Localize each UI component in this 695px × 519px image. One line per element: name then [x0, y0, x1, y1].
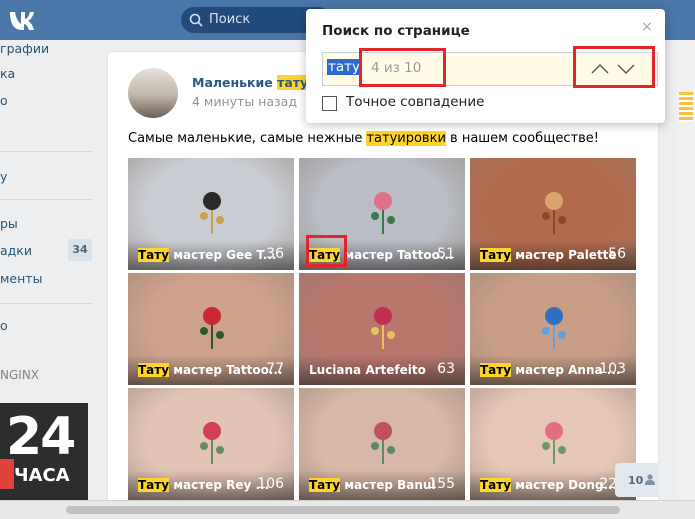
photo-tile[interactable]: Тату мастер Rey ... 106: [128, 388, 294, 500]
views-count: 10: [628, 474, 644, 487]
sidebar-item-games[interactable]: у: [0, 167, 7, 187]
photo-tile[interactable]: Тату мастер Dong... 225: [470, 388, 636, 500]
tile-photo-count: 51: [437, 246, 455, 262]
tile-title-highlight: Тату: [138, 363, 170, 377]
tattoo-image: [363, 301, 403, 354]
tile-title-text: мастер Banul: [340, 478, 436, 492]
tile-photo-count: 103: [599, 361, 626, 377]
exact-match-checkbox[interactable]: [322, 96, 337, 111]
exact-match-label[interactable]: Точное совпадение: [346, 94, 484, 110]
tile-photo-count: 63: [437, 361, 455, 377]
vertical-scrollbar[interactable]: [677, 40, 695, 500]
tile-title-text: мастер Rey ...: [169, 478, 270, 492]
tattoo-image: [534, 301, 574, 354]
sidebar-item-documents[interactable]: менты: [0, 269, 42, 289]
sidebar-item-photos[interactable]: графии: [0, 39, 49, 59]
tile-title-text: мастер Gee T...: [169, 248, 277, 262]
close-icon[interactable]: ×: [640, 20, 654, 34]
photo-tile[interactable]: Тату мастер Gee T... 36: [128, 158, 294, 270]
tattoo-image: [363, 416, 403, 469]
tile-title: Тату мастер Rey ...: [138, 478, 269, 492]
find-query: тату: [327, 59, 361, 75]
tile-title-highlight: Тату: [309, 248, 341, 262]
views-counter[interactable]: 10: [615, 463, 658, 497]
tile-photo-count: 56: [608, 246, 626, 262]
bookmarks-count-badge: 34: [68, 239, 92, 261]
sidebar-divider: [0, 199, 92, 200]
post-timestamp[interactable]: 4 минуты назад: [192, 94, 297, 109]
sidebar-divider: [0, 151, 92, 152]
photo-tile[interactable]: Тату мастер Palette 56: [470, 158, 636, 270]
tattoo-image: [534, 186, 574, 239]
tile-title: Тату мастер Gee T...: [138, 248, 276, 262]
sidebar-item-video[interactable]: о: [0, 91, 8, 111]
search-icon: [189, 13, 203, 27]
sidebar-item-music[interactable]: ка: [0, 64, 15, 84]
group-avatar[interactable]: [128, 68, 178, 118]
left-sidebar: графии ка о у ры адки 34 менты о NGINX 2…: [0, 40, 100, 518]
tile-title: Тату мастер Palette: [480, 248, 617, 262]
horizontal-scrollbar[interactable]: [0, 500, 695, 519]
tile-photo-count: 106: [257, 476, 284, 492]
post-text: Самые маленькие, самые нежные татуировки…: [128, 131, 599, 146]
tattoo-image: [192, 416, 232, 469]
tattoo-image: [363, 186, 403, 239]
match-count: 4 из 10: [371, 60, 422, 76]
tile-title-highlight: Тату: [138, 248, 170, 262]
sidebar-item-bookmarks[interactable]: адки: [0, 241, 32, 261]
promo-word: ЧАСА: [14, 465, 70, 486]
find-in-page-popup: Поиск по странице × тату 4 из 10 Точное …: [306, 9, 665, 123]
tile-title: Тату мастер Tattoo...: [309, 248, 454, 262]
post-text-before: Самые маленькие, самые нежные: [128, 131, 367, 146]
tattoo-image: [192, 186, 232, 239]
photo-tile[interactable]: Тату мастер Tattoo... 77: [128, 273, 294, 385]
sidebar-ad-group-label[interactable]: NGINX: [0, 365, 39, 385]
search-match-markers: [679, 92, 693, 122]
tile-title: Тату мастер Tattoo...: [138, 363, 283, 377]
photo-tile[interactable]: Luciana Artefeito 63: [299, 273, 465, 385]
photo-tile[interactable]: Тату мастер Anna ... 103: [470, 273, 636, 385]
find-input[interactable]: тату 4 из 10: [322, 52, 658, 86]
tile-photo-count: 155: [428, 476, 455, 492]
tile-photo-count: 77: [266, 361, 284, 377]
horizontal-scrollbar-thumb[interactable]: [66, 506, 620, 514]
promo-banner[interactable]: 24 ЧАСА: [0, 403, 88, 503]
tile-title-text: мастер Palette: [511, 248, 617, 262]
post-text-highlight: татуировки: [366, 131, 446, 146]
tile-title-highlight: Тату: [480, 248, 512, 262]
tattoo-image: [192, 301, 232, 354]
sidebar-item-more[interactable]: о: [0, 316, 8, 336]
sidebar-divider: [0, 303, 92, 304]
promo-number: 24: [6, 407, 76, 467]
next-match-button[interactable]: [615, 59, 637, 79]
user-icon: [645, 474, 655, 485]
tile-title-highlight: Тату: [480, 363, 512, 377]
tile-title: Тату мастер Banul: [309, 478, 436, 492]
post-text-after: в нашем сообществе!: [445, 131, 600, 146]
tile-title-highlight: Тату: [138, 478, 170, 492]
tile-title-highlight: Тату: [309, 478, 341, 492]
photo-tile[interactable]: Тату мастер Banul 155: [299, 388, 465, 500]
tile-title: Luciana Artefeito: [309, 363, 426, 377]
sidebar-item-groups[interactable]: ры: [0, 214, 18, 234]
tile-title-highlight: Тату: [480, 478, 512, 492]
tile-title-text: Luciana Artefeito: [309, 363, 426, 377]
tile-photo-count: 36: [266, 246, 284, 262]
photo-tile[interactable]: Тату мастер Tattoo... 51: [299, 158, 465, 270]
group-name-prefix: Маленькие: [192, 75, 278, 90]
vk-logo-icon[interactable]: [6, 7, 48, 33]
find-title: Поиск по странице: [322, 23, 470, 39]
search-placeholder: Поиск: [209, 12, 251, 27]
previous-match-button[interactable]: [589, 59, 611, 79]
tattoo-image: [534, 416, 574, 469]
tile-title: Тату мастер Dong...: [480, 478, 617, 492]
